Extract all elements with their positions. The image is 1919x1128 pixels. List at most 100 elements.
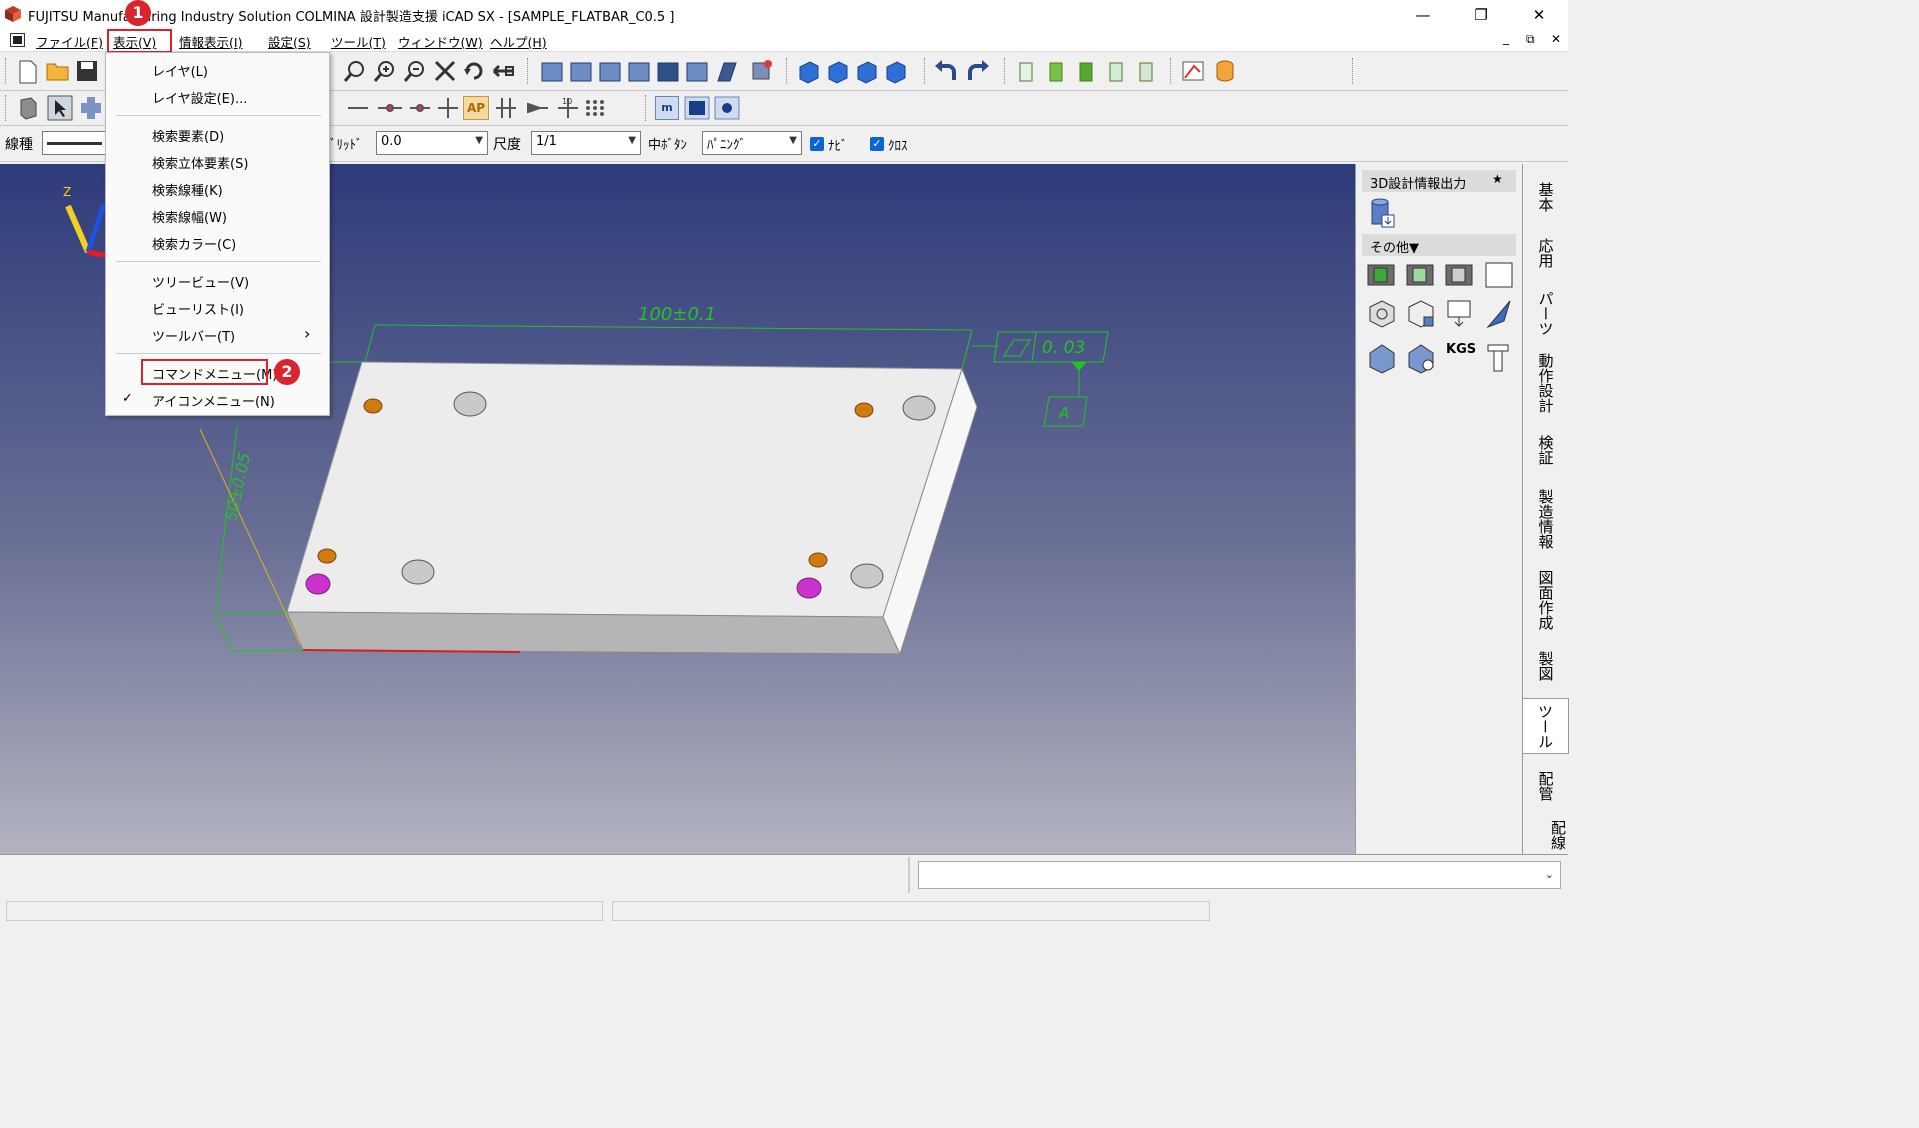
layer-cylinder-icons[interactable] (1014, 58, 1160, 86)
drawing-icon[interactable] (1180, 58, 1208, 84)
select-solid-icon[interactable] (16, 95, 40, 121)
tab-drawing-creation[interactable]: 図面作成 (1523, 562, 1569, 638)
title-bar: FUJITSU Manufacturing Industry Solution … (0, 0, 1568, 29)
pan-view-icon[interactable] (491, 59, 515, 83)
tab-wiring[interactable]: 配線 (1523, 816, 1569, 854)
panel-tool-icons[interactable] (1364, 261, 1519, 376)
grid-select[interactable]: 0.0 ▼ (376, 131, 488, 155)
dimension-length-label: 100±0.1 (638, 304, 716, 325)
pin-star-icon[interactable]: ★ (1492, 172, 1503, 186)
solid-view-icons[interactable] (796, 59, 914, 85)
toolbar-grip (5, 58, 8, 84)
command-input[interactable]: ⌄ (918, 861, 1561, 889)
rotate-view-icon[interactable] (462, 59, 486, 83)
snap-mode-icons[interactable]: 10 (344, 95, 644, 121)
document-icon[interactable] (10, 33, 25, 47)
scale-select[interactable]: 1/1 ▼ (531, 131, 641, 155)
model-space-button[interactable]: m (655, 96, 679, 120)
zoom-out-icon[interactable] (403, 59, 427, 83)
panel-section-title: その他▼ (1370, 241, 1419, 256)
menu-item-search-color[interactable]: 検索カラー(C) (152, 234, 236, 253)
tab-manufacturing-info[interactable]: 製造情報 (1523, 480, 1569, 558)
tab-basic[interactable]: 基本 (1523, 172, 1569, 222)
chevron-down-icon: ▼ (789, 135, 797, 146)
tab-piping[interactable]: 配管 (1523, 762, 1569, 810)
menu-settings[interactable]: 設定(S) (268, 32, 311, 51)
menu-item-layer[interactable]: レイヤ(L) (152, 61, 208, 80)
middle-button-select[interactable]: ﾊﾟﾆﾝｸﾞ ▼ (702, 131, 802, 155)
submenu-arrow-icon: › (304, 324, 311, 343)
menu-tools[interactable]: ツール(T) (331, 32, 386, 51)
ap-snap-button[interactable]: AP (463, 96, 489, 120)
dimension-side-label: 50±0.05 (221, 451, 254, 523)
panel-header: 3D設計情報出力 ★ (1362, 170, 1516, 192)
menu-file[interactable]: ファイル(F) (36, 32, 103, 51)
fit-view-icon[interactable] (433, 59, 457, 83)
navi-checkbox[interactable]: ✓ (810, 137, 824, 151)
checkmark-icon: ✓ (122, 391, 133, 406)
menu-item-tree-view[interactable]: ツリービュー(V) (152, 272, 249, 291)
center-view-icon[interactable] (714, 96, 740, 120)
tab-advanced[interactable]: 応用 (1523, 228, 1569, 278)
kgs-icon[interactable]: KGS (1446, 342, 1476, 357)
menu-help[interactable]: ヘルプ(H) (490, 32, 547, 51)
menu-window[interactable]: ウィンドウ(W) (398, 32, 483, 51)
view-orientation-icons[interactable] (538, 59, 738, 85)
mdi-minimize-button[interactable]: _ (1503, 31, 1509, 45)
command-panel: 3D設計情報出力 ★ その他▼ KGS (1355, 164, 1522, 854)
axis-triad (65, 203, 111, 259)
zoom-icon[interactable] (343, 59, 367, 83)
vertical-tab-bar: 基本 応用 パーツ 動作設計 検証 製造情報 図面作成 製図 ツール 配管 配線 (1522, 164, 1569, 854)
chevron-down-icon[interactable]: ⌄ (1545, 868, 1554, 881)
menu-item-search-solid[interactable]: 検索立体要素(S) (152, 153, 248, 172)
tab-drafting[interactable]: 製図 (1523, 642, 1569, 690)
menu-item-icon-menu[interactable]: アイコンメニュー(N) (152, 391, 275, 410)
menu-item-view-list[interactable]: ビューリスト(I) (152, 299, 244, 318)
tab-tools[interactable]: ツール (1523, 698, 1569, 754)
tab-parts[interactable]: パーツ (1523, 284, 1569, 342)
menu-info[interactable]: 情報表示(I) (179, 32, 242, 51)
render-mode-icon[interactable] (750, 58, 774, 82)
menu-item-layer-settings[interactable]: レイヤ設定(E)... (152, 88, 247, 107)
chevron-down-icon: ▼ (628, 135, 636, 146)
new-file-icon[interactable] (16, 59, 40, 85)
status-field-1 (6, 901, 603, 921)
restore-button[interactable]: ❐ (1452, 0, 1510, 29)
database-icon[interactable] (1212, 58, 1238, 84)
menu-separator (116, 115, 321, 116)
panel-section[interactable]: その他▼ (1362, 234, 1516, 256)
mdi-restore-button[interactable]: ⧉ (1526, 32, 1535, 47)
menu-item-toolbar[interactable]: ツールバー(T) (152, 326, 235, 345)
select-pointer-icon[interactable] (47, 95, 73, 121)
status-field-2 (612, 901, 1210, 921)
linetype-label: 線種 (5, 137, 33, 153)
zoom-in-icon[interactable] (373, 59, 397, 83)
toolbar-grip (924, 58, 927, 84)
tab-verification[interactable]: 検証 (1523, 426, 1569, 474)
axis-z-label: Z (63, 185, 71, 199)
move-icon[interactable] (78, 95, 104, 121)
grid-value: 0.0 (381, 134, 402, 149)
mdi-close-button[interactable]: ✕ (1551, 32, 1561, 46)
save-icon[interactable] (75, 59, 99, 83)
linetype-select[interactable] (42, 131, 107, 155)
open-folder-icon[interactable] (45, 59, 71, 83)
close-button[interactable]: ✕ (1510, 0, 1568, 29)
menu-item-search-linewidth[interactable]: 検索線幅(W) (152, 207, 227, 226)
minimize-button[interactable]: — (1394, 0, 1452, 29)
middle-button-value: ﾊﾟﾆﾝｸﾞ (707, 138, 746, 153)
menu-item-search-linetype[interactable]: 検索線種(K) (152, 180, 223, 199)
undo-icon[interactable] (934, 60, 960, 82)
menu-separator (116, 261, 321, 262)
toolbar-grip (645, 95, 648, 121)
window-frame-icon[interactable] (684, 96, 710, 120)
step-badge-2: 2 (274, 359, 300, 385)
tab-motion-design[interactable]: 動作設計 (1523, 346, 1569, 420)
redo-icon[interactable] (964, 60, 990, 82)
toolbar-grip (786, 58, 789, 84)
menu-item-search-element[interactable]: 検索要素(D) (152, 126, 224, 145)
cross-checkbox[interactable]: ✓ (870, 137, 884, 151)
plate-front-face (286, 611, 901, 655)
3d-info-export-icon[interactable] (1368, 197, 1398, 229)
cross-label: ｸﾛｽ (888, 139, 908, 154)
